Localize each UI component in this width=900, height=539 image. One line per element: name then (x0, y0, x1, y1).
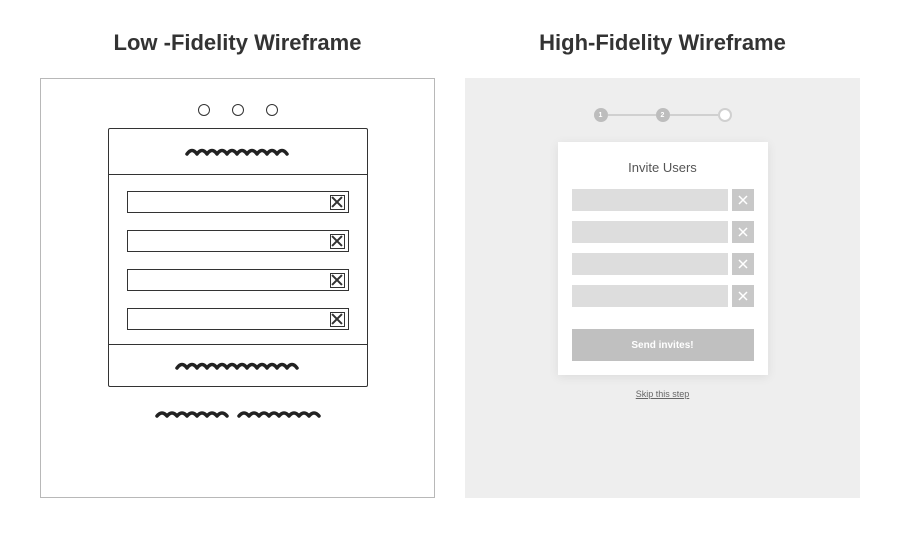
close-icon (330, 273, 345, 288)
hifi-frame: 1 2 Invite Users (465, 78, 860, 498)
lofi-step-circle-3 (266, 104, 278, 116)
email-input-4[interactable] (572, 285, 728, 307)
email-input-2[interactable] (572, 221, 728, 243)
hifi-step-3[interactable] (718, 108, 732, 122)
scribble-link-icon (153, 407, 323, 421)
lofi-input-row-2 (127, 230, 349, 252)
lofi-card-body (109, 175, 367, 344)
hifi-title: High-Fidelity Wireframe (539, 30, 786, 56)
hifi-input-row-2 (572, 221, 754, 243)
lofi-step-indicator (198, 104, 278, 116)
close-icon[interactable] (732, 253, 754, 275)
scribble-button-icon (173, 359, 303, 373)
hifi-step-2[interactable]: 2 (656, 108, 670, 122)
high-fidelity-panel: High-Fidelity Wireframe 1 2 Invite Users (465, 30, 860, 498)
lofi-frame (40, 78, 435, 498)
lofi-step-circle-2 (232, 104, 244, 116)
hifi-card-body (558, 189, 768, 307)
close-icon[interactable] (732, 285, 754, 307)
close-icon[interactable] (732, 221, 754, 243)
close-icon[interactable] (732, 189, 754, 211)
lofi-card-footer (109, 344, 367, 386)
hifi-step-connector-1 (608, 114, 656, 116)
hifi-step-connector-2 (670, 114, 718, 116)
hifi-card: Invite Users (558, 142, 768, 375)
close-icon (330, 312, 345, 327)
email-input-1[interactable] (572, 189, 728, 211)
email-input-3[interactable] (572, 253, 728, 275)
lofi-input-row-4 (127, 308, 349, 330)
lofi-input-row-1 (127, 191, 349, 213)
send-invites-button[interactable]: Send invites! (572, 329, 754, 361)
close-icon (330, 195, 345, 210)
close-icon (330, 234, 345, 249)
low-fidelity-panel: Low -Fidelity Wireframe (40, 30, 435, 498)
skip-step-link[interactable]: Skip this step (636, 389, 690, 399)
hifi-input-row-4 (572, 285, 754, 307)
lofi-step-circle-1 (198, 104, 210, 116)
lofi-card-header (109, 129, 367, 175)
hifi-step-indicator: 1 2 (594, 108, 732, 122)
hifi-card-title: Invite Users (558, 142, 768, 189)
hifi-input-row-3 (572, 253, 754, 275)
lofi-skip-link (153, 407, 323, 421)
hifi-step-1[interactable]: 1 (594, 108, 608, 122)
lofi-card (108, 128, 368, 387)
lofi-title: Low -Fidelity Wireframe (114, 30, 362, 56)
hifi-input-row-1 (572, 189, 754, 211)
lofi-input-row-3 (127, 269, 349, 291)
scribble-heading-icon (183, 145, 293, 159)
